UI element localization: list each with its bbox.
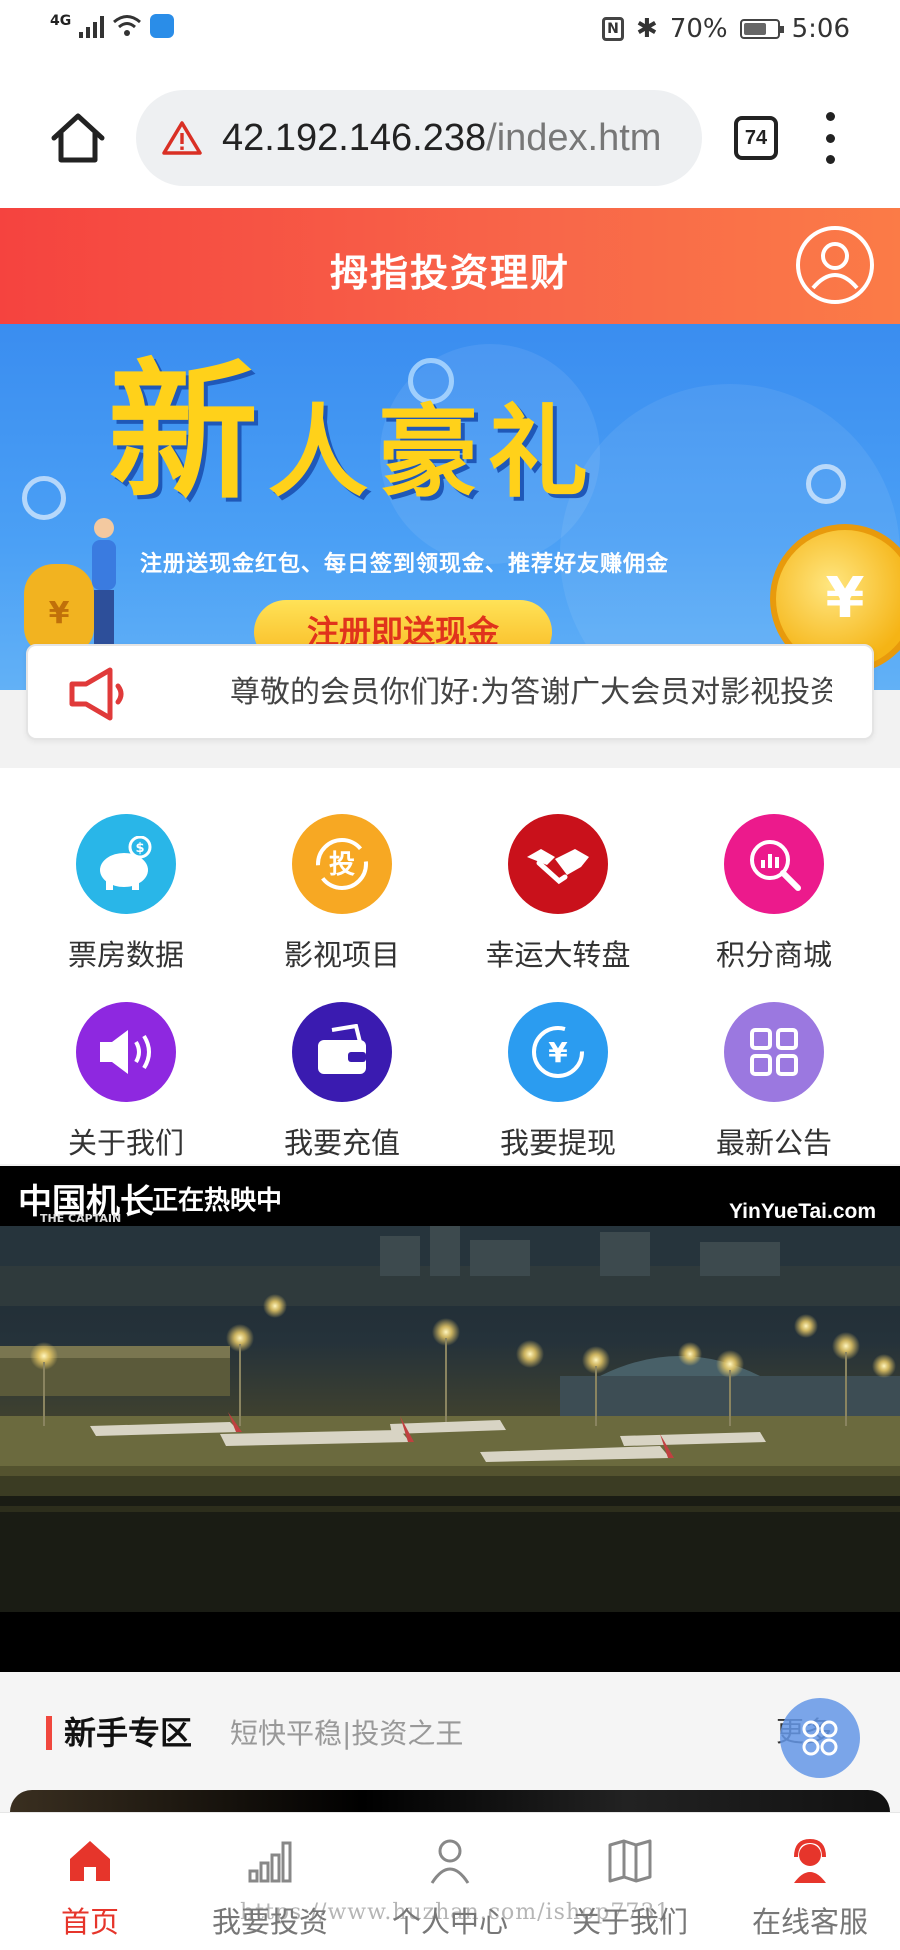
section-title: 新手专区 [64, 1714, 193, 1752]
menu-announcements[interactable]: 最新公告 [666, 978, 882, 1160]
section-subtitle: 短快平稳|投资之王 [230, 1717, 464, 1750]
menu-label: 我要充值 [283, 1126, 400, 1160]
battery-percent: 70% [669, 14, 728, 44]
url-text: 42.192.146.238/index.htm [222, 117, 661, 160]
app-title: 拇指投资理财 [329, 251, 570, 295]
promo-banner[interactable]: 新 人 豪 礼 注册送现金红包、每日签到领现金、推荐好友赚佣金 注册即送现金 ¥… [0, 324, 900, 690]
menu-recharge[interactable]: 我要充值 [234, 978, 450, 1160]
menu-label: 票房数据 [67, 938, 184, 972]
invest-icon: 投 [292, 814, 392, 914]
nav-label: 首页 [60, 1905, 119, 1939]
section-accent-bar [46, 1716, 52, 1750]
grid-icon [724, 1002, 824, 1102]
menu-label: 我要提现 [499, 1126, 616, 1160]
video-watermark: YinYueTai.com [728, 1200, 876, 1223]
status-bar: 4G N ✱ 70% 5:06 [0, 0, 900, 68]
svg-text:投: 投 [329, 850, 355, 880]
piggy-bank-icon: $ [76, 814, 176, 914]
user-icon [430, 1839, 470, 1884]
menu-points-mall[interactable]: 积分商城 [666, 790, 882, 972]
app-header: 拇指投资理财 [0, 208, 900, 324]
url-host: 42.192.146.238 [222, 116, 487, 159]
nav-invest[interactable]: 我要投资 [180, 1813, 360, 1950]
page-watermark-url: https://www.huzhan.com/ishop7731 [240, 1900, 671, 1925]
battery-icon [739, 19, 784, 39]
newbie-section: 新手专区 短快平稳|投资之王 更多 [0, 1672, 900, 1850]
movie-title-en: THE CAPTAIN [40, 1212, 122, 1225]
menu-about-us[interactable]: 关于我们 [18, 978, 234, 1160]
customer-service-icon [794, 1838, 826, 1883]
menu-label: 幸运大转盘 [485, 938, 631, 972]
bar-chart-icon [248, 1841, 292, 1883]
wifi-icon [113, 15, 142, 36]
video-frame-airport [0, 1226, 900, 1612]
nav-label: 在线客服 [751, 1905, 868, 1939]
tab-switcher-button[interactable]: 74 [734, 116, 778, 160]
chart-search-icon [724, 814, 824, 914]
bottom-nav: 首页 我要投资 个人中心 关于我们 在线客服 [0, 1812, 900, 1950]
nav-home[interactable]: 首页 [0, 1813, 180, 1950]
book-icon [608, 1839, 652, 1883]
browser-menu-icon[interactable] [822, 112, 838, 164]
person-illustration [92, 518, 116, 650]
nav-customer-service[interactable]: 在线客服 [720, 1813, 900, 1950]
wallet-icon [292, 1002, 392, 1102]
menu-label: 影视项目 [283, 938, 400, 972]
banner-subtitle: 注册送现金红包、每日签到领现金、推荐好友赚佣金 [140, 552, 670, 577]
menu-label: 积分商城 [715, 938, 832, 972]
signal-icon [79, 14, 105, 38]
nav-profile[interactable]: 个人中心 [360, 1813, 540, 1950]
svg-text:¥: ¥ [548, 1036, 568, 1069]
network-label: 4G [50, 13, 72, 29]
browser-toolbar: 42.192.146.238/index.htm 74 [0, 68, 900, 208]
menu-box-office[interactable]: $ 票房数据 [18, 790, 234, 972]
not-secure-warning-icon [162, 121, 202, 155]
floating-menu-button[interactable] [780, 1698, 860, 1778]
yen-cycle-icon: ¥ [508, 1002, 608, 1102]
home-icon[interactable] [48, 108, 108, 168]
clock: 5:06 [791, 14, 850, 44]
url-path: /index.htm [486, 116, 662, 159]
menu-label: 最新公告 [715, 1126, 832, 1160]
announcement-marquee[interactable]: 尊敬的会员你们好:为答谢广大会员对影视投资的支持 [26, 644, 874, 740]
nfc-icon: N [602, 17, 625, 41]
video-player[interactable]: 中国机长 THE CAPTAIN 正在热映中 YinYueTai.com [0, 1166, 900, 1672]
announcement-text: 尊敬的会员你们好:为答谢广大会员对影视投资的支持 [230, 675, 832, 710]
nav-about[interactable]: 关于我们 [540, 1813, 720, 1950]
megaphone-icon [69, 667, 124, 721]
bluetooth-icon: ✱ [636, 14, 658, 44]
user-profile-icon[interactable] [796, 226, 874, 304]
apps-icon [802, 1720, 838, 1756]
menu-film-projects[interactable]: 投 影视项目 [234, 790, 450, 972]
address-bar[interactable]: 42.192.146.238/index.htm [136, 90, 702, 186]
speaker-icon [76, 1002, 176, 1102]
app-notification-icon [150, 14, 175, 38]
now-showing-label: 正在热映中 [152, 1186, 283, 1216]
handshake-icon [508, 814, 608, 914]
banner-headline: 新 人 豪 礼 [108, 346, 589, 520]
menu-lucky-wheel[interactable]: 幸运大转盘 [450, 790, 666, 972]
home-icon [70, 1841, 110, 1881]
menu-label: 关于我们 [67, 1126, 184, 1160]
feature-grid: $ 票房数据 投 影视项目 幸运大转盘 积分商城 关于我们 我要充值 ¥ 我要提… [0, 768, 900, 1164]
svg-text:$: $ [135, 841, 144, 856]
menu-withdraw[interactable]: ¥ 我要提现 [450, 978, 666, 1160]
